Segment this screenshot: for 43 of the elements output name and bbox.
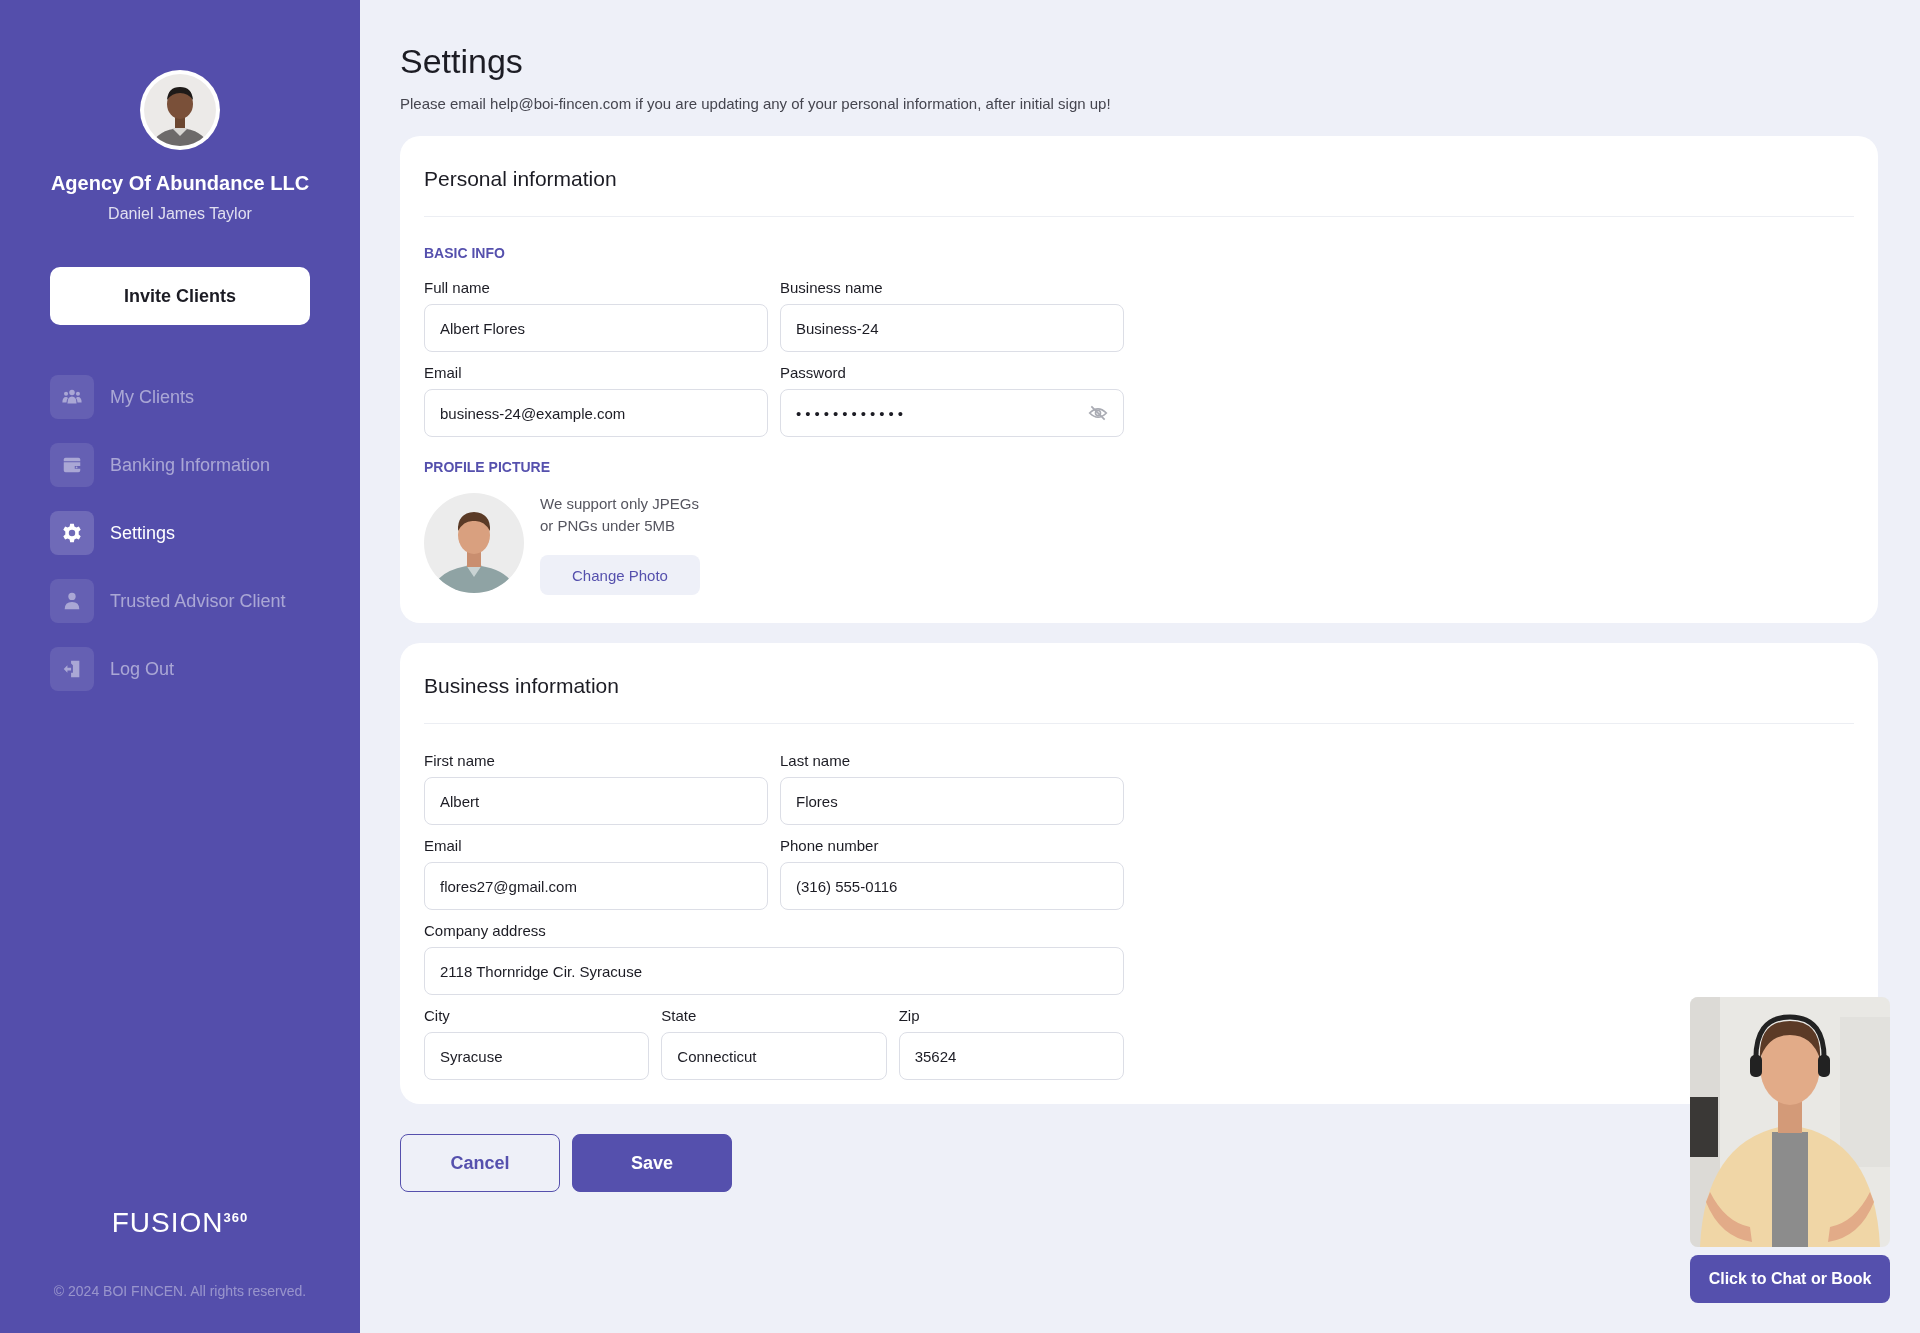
field-label: Phone number: [780, 837, 880, 854]
input-field[interactable]: Albert Flores: [424, 304, 768, 352]
nav-item[interactable]: Settings: [50, 511, 310, 555]
field-label: Zip: [898, 1007, 921, 1024]
page-subtitle: Please email help@boi-fincen.com if you are updating any of your personal information, after initial sign up!: [400, 95, 1112, 112]
input-field[interactable]: 35624: [898, 1032, 1124, 1080]
page-title: Settings: [400, 42, 524, 81]
eye-slash-icon[interactable]: [1088, 403, 1108, 423]
section-label: PROFILE PICTURE: [424, 459, 551, 475]
field-label: City: [424, 1007, 451, 1024]
settings-icon: [61, 522, 83, 544]
company-name: Agency Of Abundance LLC: [50, 172, 310, 195]
user-name: Daniel James Taylor: [108, 205, 252, 223]
input-field[interactable]: (316) 555-0116: [780, 862, 1124, 910]
field-label: Email: [424, 364, 463, 381]
cancel-button[interactable]: Cancel: [400, 1134, 560, 1192]
field-label: Company address: [424, 922, 547, 939]
field-label: Password: [780, 364, 847, 381]
input-field[interactable]: Albert: [424, 777, 768, 825]
card-title: Business information: [424, 673, 620, 699]
field-label: Business name: [780, 279, 884, 296]
save-button[interactable]: Save: [572, 1134, 732, 1192]
copyright-text: © 2024 BOI FINCEN. All rights reserved.: [53, 1283, 307, 1299]
input-field[interactable]: Connecticut: [661, 1032, 887, 1080]
input-field[interactable]: 2118 Thornridge Cir. Syracuse: [424, 947, 1124, 995]
field-label: State: [661, 1007, 698, 1024]
invite-clients-button[interactable]: Invite Clients: [50, 267, 310, 325]
card-title: Personal information: [424, 166, 618, 192]
field-label: Email: [424, 837, 463, 854]
field-label: Last name: [780, 752, 852, 769]
section-label: BASIC INFO: [424, 245, 506, 261]
field-label: First name: [424, 752, 496, 769]
chat-button[interactable]: Click to Chat or Book: [1690, 1255, 1890, 1303]
input-field[interactable]: business-24@example.com: [424, 389, 768, 437]
photo-hint: We support only JPEGs or PNGs under 5MB: [540, 494, 699, 536]
logo: FUSION$^{360}$: [111, 1207, 249, 1239]
field-label: Full name: [424, 279, 491, 296]
input-field[interactable]: Business-24: [780, 304, 1124, 352]
password-field[interactable]: ••••••••••••: [780, 389, 1124, 437]
change-photo-button[interactable]: Change Photo: [540, 555, 700, 595]
input-field[interactable]: Flores: [780, 777, 1124, 825]
input-field[interactable]: flores27@gmail.com: [424, 862, 768, 910]
input-field[interactable]: Syracuse: [424, 1032, 650, 1080]
